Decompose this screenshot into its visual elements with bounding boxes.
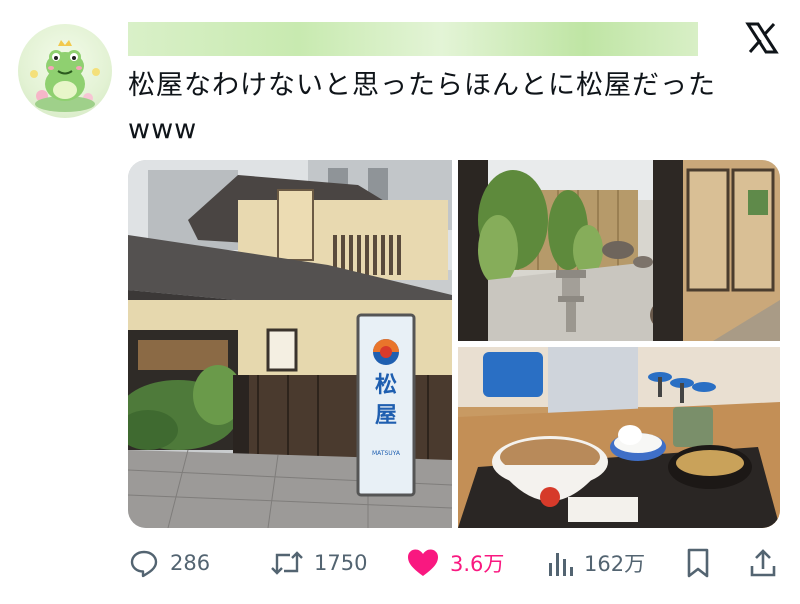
avatar[interactable] <box>18 24 112 118</box>
like-count: 3.6万 <box>450 552 505 576</box>
action-bar: 286 1750 3.6万 162万 <box>128 540 788 586</box>
views-icon <box>549 553 573 576</box>
tweet-text-line2: www <box>128 114 198 145</box>
photo-storefront[interactable]: 松 屋 MATSUYA <box>128 160 452 528</box>
photo-gyudon[interactable] <box>458 347 780 528</box>
bookmark-icon <box>687 548 709 578</box>
reply-icon <box>130 550 158 578</box>
heart-icon <box>408 549 438 576</box>
media-grid: 松 屋 MATSUYA <box>128 160 780 528</box>
like-button[interactable]: 3.6万 <box>406 540 504 586</box>
tweet-text: 松屋なわけないと思ったらほんとに松屋だった www <box>128 64 778 152</box>
frog-avatar-icon <box>30 40 100 112</box>
sign-brand: MATSUYA <box>372 450 401 457</box>
views-button[interactable]: 162万 <box>546 540 645 586</box>
share-button[interactable] <box>748 540 778 586</box>
photo-garden[interactable] <box>458 160 780 341</box>
repost-icon <box>271 551 303 575</box>
sign-text-2: 屋 <box>375 402 397 428</box>
share-icon <box>750 549 776 577</box>
sign-text-1: 松 <box>375 372 397 398</box>
x-logo-icon[interactable] <box>742 18 782 58</box>
views-count: 162万 <box>584 552 646 576</box>
author-name-banner[interactable] <box>128 22 698 56</box>
reply-button[interactable]: 286 <box>128 540 210 586</box>
repost-count: 1750 <box>314 551 368 575</box>
reply-count: 286 <box>170 551 211 575</box>
bookmark-button[interactable] <box>684 540 712 586</box>
tweet-text-line1: 松屋なわけないと思ったらほんとに松屋だった <box>128 70 716 101</box>
repost-button[interactable]: 1750 <box>270 540 367 586</box>
